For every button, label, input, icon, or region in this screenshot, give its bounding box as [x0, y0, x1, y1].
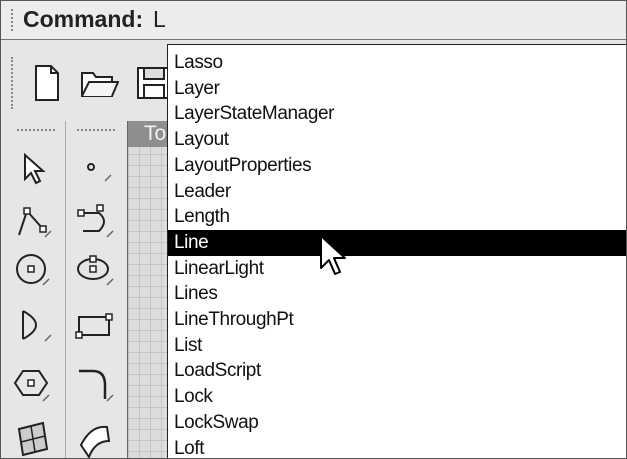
list-item-loadscript[interactable]: LoadScript [168, 358, 626, 384]
list-item-length[interactable]: Length [168, 204, 626, 230]
list-item-linearlight[interactable]: LinearLight [168, 256, 626, 282]
viewport-title: To [144, 122, 167, 145]
palette-grip-left[interactable] [17, 129, 55, 131]
polygon-icon[interactable] [13, 363, 53, 403]
solid-icon[interactable] [75, 419, 115, 458]
list-item-layerstatemanager[interactable]: LayerStateManager [168, 101, 626, 127]
list-item-layer[interactable]: Layer [168, 76, 626, 102]
list-item-list[interactable]: List [168, 333, 626, 359]
arc-icon[interactable] [15, 305, 55, 345]
standard-toolbar [1, 51, 171, 117]
point-icon[interactable] [75, 149, 115, 189]
list-item-layoutproperties[interactable]: LayoutProperties [168, 153, 626, 179]
list-item-layout[interactable]: Layout [168, 127, 626, 153]
list-item-linethroughpt[interactable]: LineThroughPt [168, 307, 626, 333]
list-item-lock[interactable]: Lock [168, 384, 626, 410]
open-folder-icon[interactable] [79, 63, 120, 103]
command-autocomplete-list[interactable]: Lasso Layer LayerStateManager Layout Lay… [167, 44, 626, 459]
application-window: Command: L To Lasso Layer LayerStateMana… [0, 0, 627, 459]
list-item-line-selected[interactable]: Line [168, 229, 626, 256]
circle-icon[interactable] [13, 249, 53, 289]
rectangle-icon[interactable] [75, 305, 115, 345]
list-item-lines[interactable]: Lines [168, 281, 626, 307]
curve-icon[interactable] [75, 201, 115, 241]
fillet-icon[interactable] [75, 363, 115, 403]
list-item-leader[interactable]: Leader [168, 179, 626, 205]
list-item-loft[interactable]: Loft [168, 436, 626, 459]
command-bar-grip[interactable] [11, 9, 16, 31]
palette-grip-right[interactable] [77, 129, 115, 131]
list-item-lockswap[interactable]: LockSwap [168, 410, 626, 436]
list-item-lasso[interactable]: Lasso [168, 50, 626, 76]
palette-divider [65, 121, 66, 458]
toolbar-grip[interactable] [11, 57, 16, 109]
command-bar: Command: L [1, 1, 626, 40]
surface-icon[interactable] [13, 419, 53, 458]
select-arrow-icon[interactable] [15, 149, 55, 189]
polyline-icon[interactable] [15, 201, 55, 241]
mouse-cursor-icon [319, 234, 349, 280]
command-input[interactable]: L [153, 6, 166, 33]
command-label: Command: [23, 6, 144, 32]
ellipse-icon[interactable] [75, 249, 115, 289]
new-file-icon[interactable] [27, 63, 67, 103]
